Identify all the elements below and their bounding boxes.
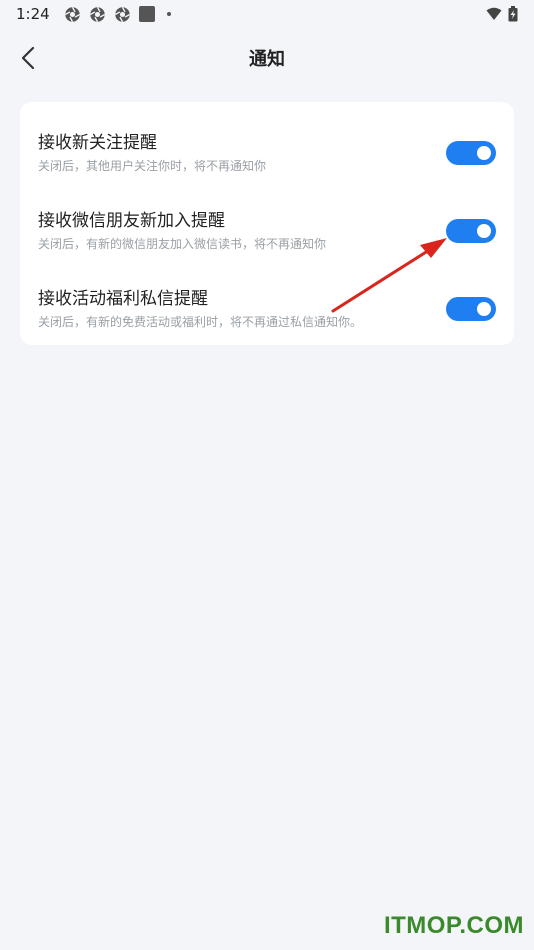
setting-row-activity-message: 接收活动福利私信提醒 关闭后，有新的免费活动或福利时，将不再通过私信通知你。 bbox=[20, 270, 514, 348]
setting-description: 关闭后，其他用户关注你时，将不再通知你 bbox=[38, 159, 267, 173]
watermark-logo: ITMOP.COM bbox=[383, 912, 524, 939]
setting-row-new-follower: 接收新关注提醒 关闭后，其他用户关注你时，将不再通知你 bbox=[20, 114, 514, 192]
more-notifications-dot-icon bbox=[166, 12, 171, 16]
aperture-icon bbox=[114, 6, 130, 22]
setting-text: 接收微信朋友新加入提醒 关闭后，有新的微信朋友加入微信读书，将不再通知你 bbox=[38, 209, 446, 253]
setting-description: 关闭后，有新的免费活动或福利时，将不再通过私信通知你。 bbox=[38, 315, 363, 329]
notification-icons bbox=[64, 6, 171, 23]
aperture-icon bbox=[89, 6, 105, 22]
status-bar: 1:24 bbox=[0, 0, 534, 28]
toggle-knob bbox=[477, 302, 491, 316]
chevron-left-icon bbox=[21, 46, 35, 70]
setting-title: 接收活动福利私信提醒 bbox=[38, 289, 208, 309]
status-right-icons bbox=[486, 6, 518, 22]
setting-title: 接收新关注提醒 bbox=[38, 133, 157, 153]
battery-charging-icon bbox=[508, 6, 518, 22]
setting-row-wechat-friend: 接收微信朋友新加入提醒 关闭后，有新的微信朋友加入微信读书，将不再通知你 bbox=[20, 192, 514, 270]
nav-bar: 通知 bbox=[0, 36, 534, 80]
toggle-knob bbox=[477, 146, 491, 160]
setting-description: 关闭后，有新的微信朋友加入微信读书，将不再通知你 bbox=[38, 237, 327, 251]
setting-title: 接收微信朋友新加入提醒 bbox=[38, 211, 225, 231]
back-button[interactable] bbox=[14, 44, 42, 72]
setting-text: 接收活动福利私信提醒 关闭后，有新的免费活动或福利时，将不再通过私信通知你。 bbox=[38, 287, 446, 331]
toggle-knob bbox=[477, 224, 491, 238]
toggle-activity-message[interactable] bbox=[446, 297, 496, 321]
wifi-icon bbox=[486, 7, 502, 20]
toggle-wechat-friend[interactable] bbox=[446, 219, 496, 243]
aperture-icon bbox=[64, 6, 80, 22]
status-time: 1:24 bbox=[16, 5, 50, 23]
notification-settings-card: 接收新关注提醒 关闭后，其他用户关注你时，将不再通知你 接收微信朋友新加入提醒 … bbox=[20, 102, 514, 345]
setting-text: 接收新关注提醒 关闭后，其他用户关注你时，将不再通知你 bbox=[38, 131, 446, 175]
toggle-new-follower[interactable] bbox=[446, 141, 496, 165]
page-title: 通知 bbox=[249, 49, 285, 70]
app-notification-icon bbox=[138, 6, 155, 22]
